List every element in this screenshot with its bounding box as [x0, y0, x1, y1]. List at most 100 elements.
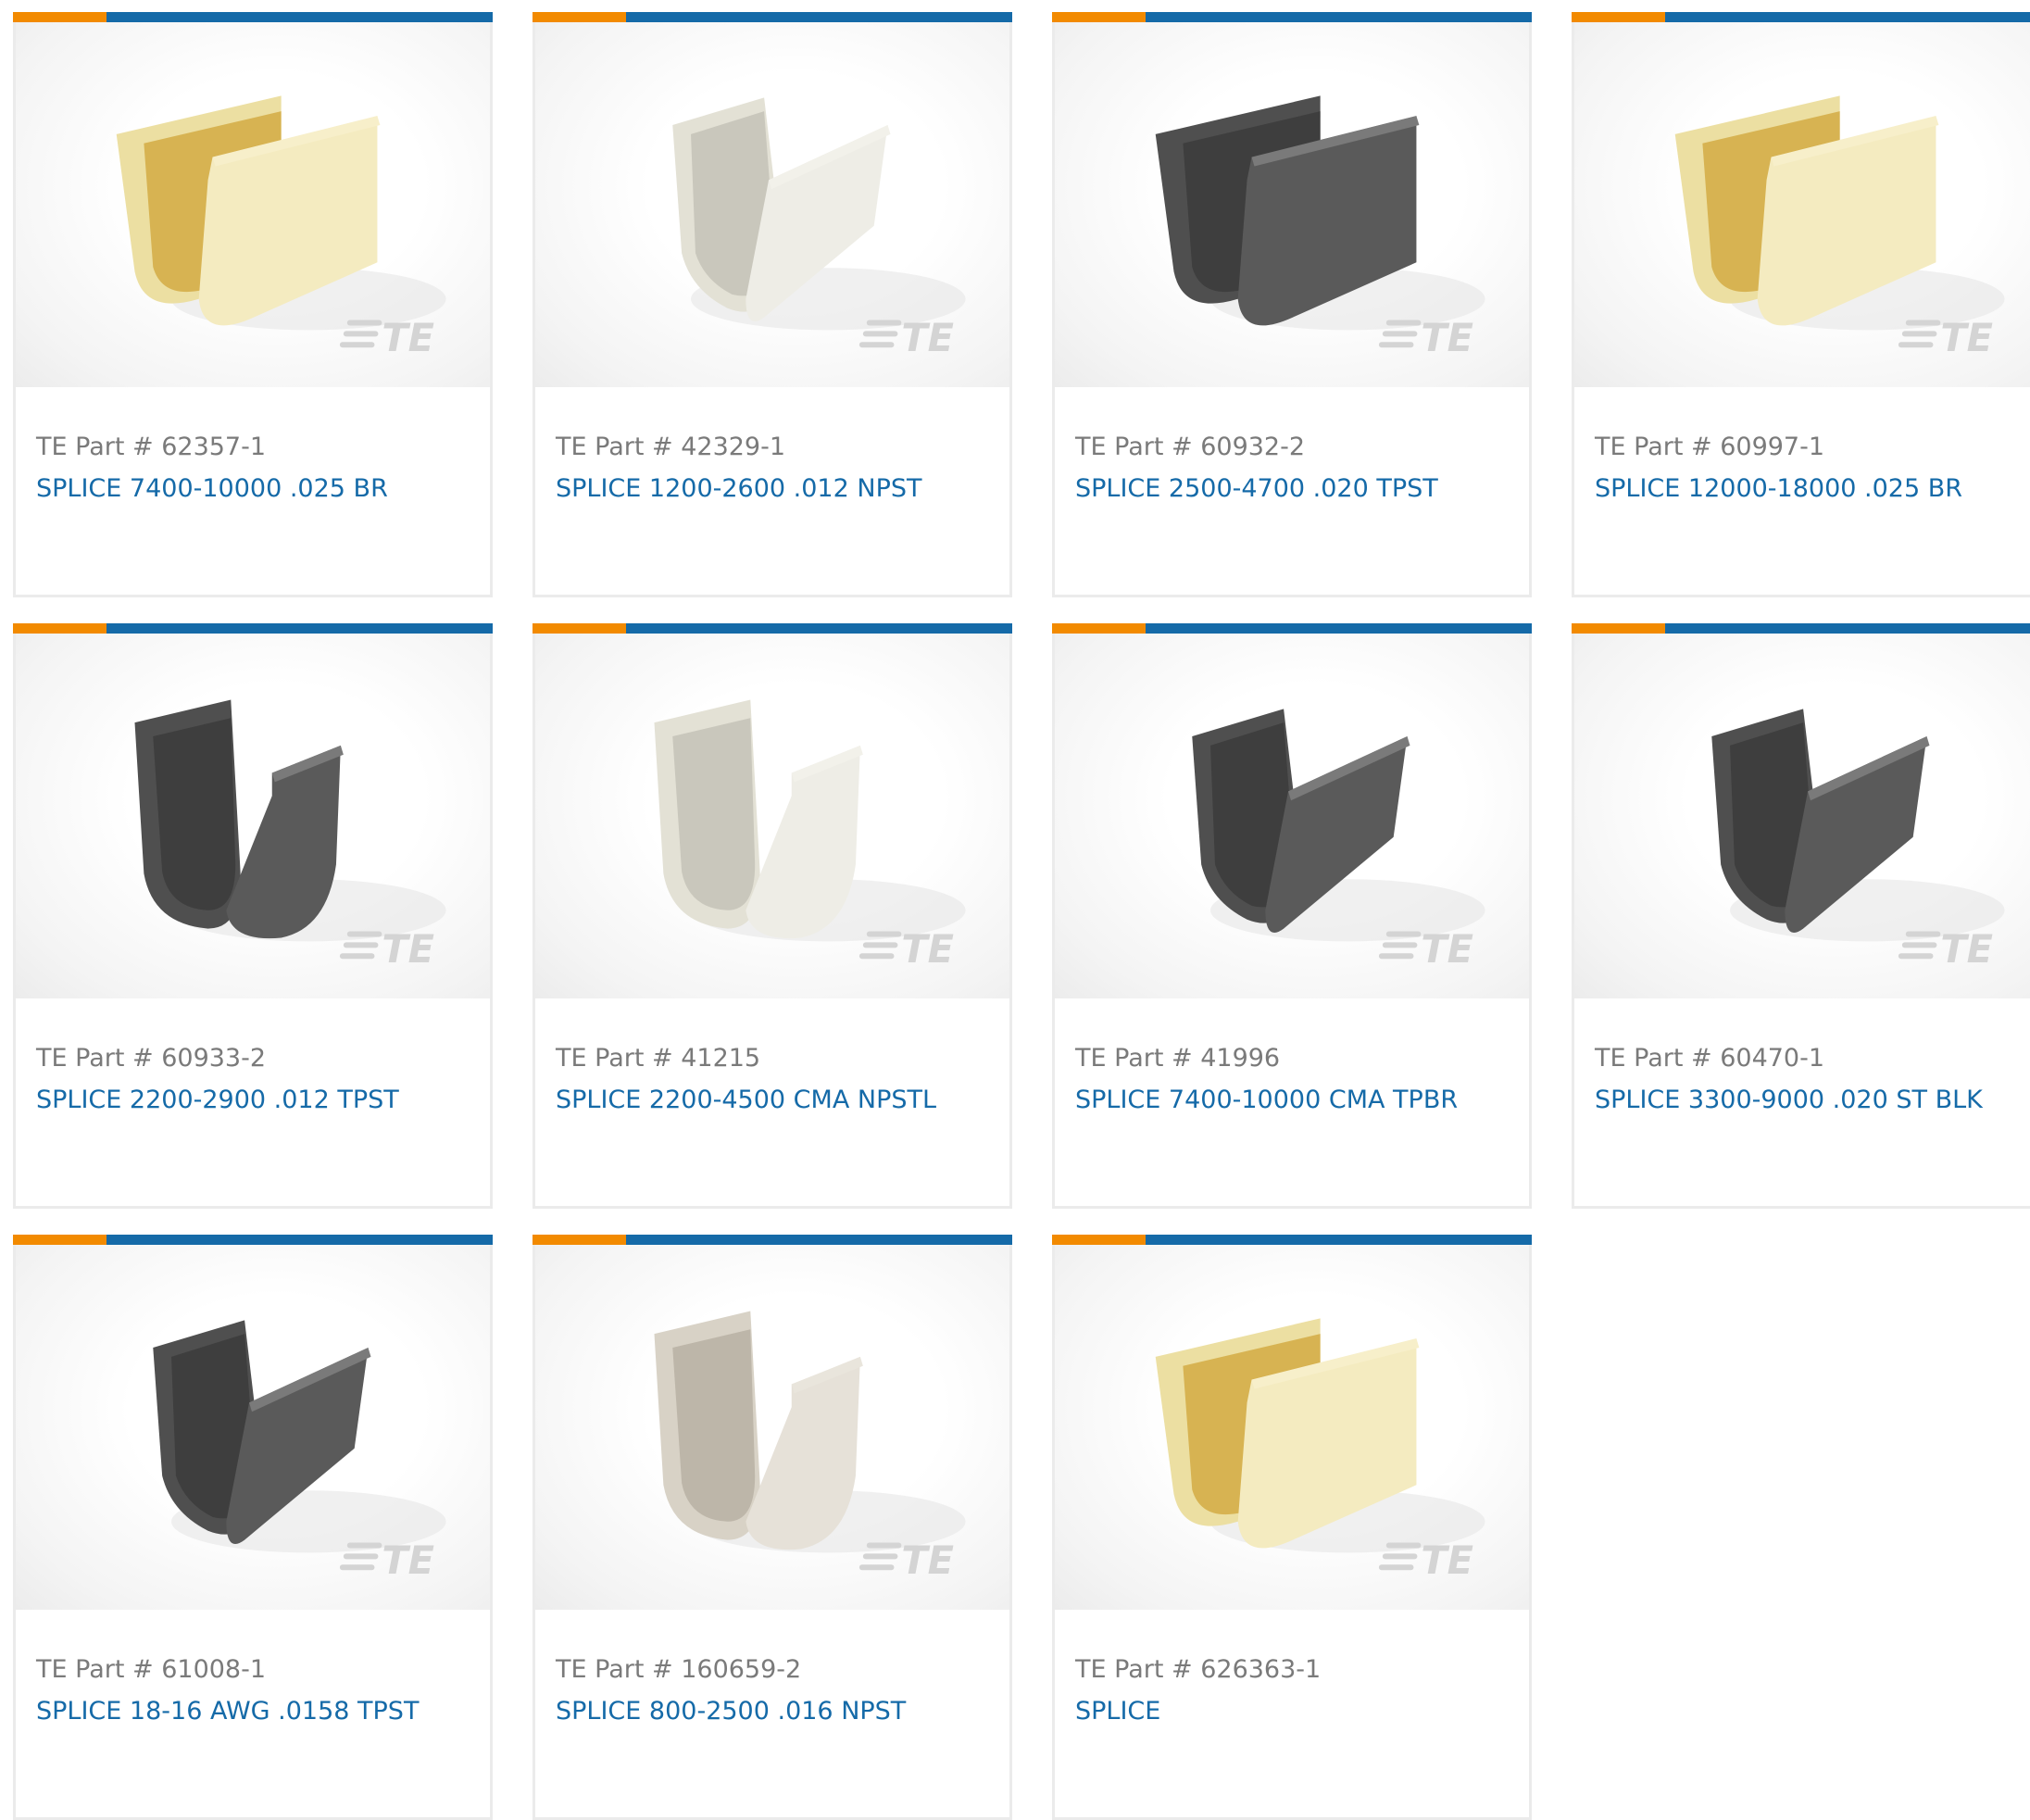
card-accent-bar [13, 623, 493, 634]
splice-part-illustration: TE [116, 95, 446, 360]
product-card[interactable]: TE TE Part # 62357-1 SPLICE 7400-10000 .… [13, 12, 493, 597]
splice-part-illustration: TE [654, 1311, 966, 1583]
accent-orange-segment [1052, 12, 1146, 22]
te-logo-watermark: TE [858, 926, 954, 972]
accent-blue-segment [1665, 623, 2030, 634]
card-accent-bar [13, 12, 493, 22]
accent-blue-segment [1146, 1235, 1532, 1245]
splice-part-illustration: TE [1674, 95, 2005, 360]
product-card[interactable]: TE TE Part # 41215 SPLICE 2200-4500 CMA … [533, 623, 1012, 1209]
te-logo-text: TE [382, 1538, 434, 1583]
product-card[interactable]: TE TE Part # 60470-1 SPLICE 3300-9000 .0… [1572, 623, 2030, 1209]
accent-blue-segment [1146, 623, 1532, 634]
te-logo-text: TE [382, 315, 434, 360]
accent-blue-segment [107, 1235, 493, 1245]
product-card[interactable]: TE TE Part # 61008-1 SPLICE 18-16 AWG .0… [13, 1235, 493, 1820]
part-number: TE Part # 41215 [556, 1044, 761, 1073]
card-accent-bar [1572, 623, 2030, 634]
card-accent-bar [533, 623, 1012, 634]
accent-blue-segment [1146, 12, 1532, 22]
accent-blue-segment [626, 1235, 1012, 1245]
accent-orange-segment [1052, 1235, 1146, 1245]
product-card[interactable]: TE TE Part # 626363-1 SPLICE [1052, 1235, 1532, 1820]
accent-blue-segment [107, 623, 493, 634]
product-name-link[interactable]: SPLICE 2500-4700 .020 TPST [1075, 474, 1438, 503]
accent-orange-segment [1052, 623, 1146, 634]
card-accent-bar [1052, 623, 1532, 634]
part-number: TE Part # 60933-2 [36, 1044, 267, 1073]
product-image[interactable]: TE [535, 22, 1009, 387]
te-logo-text: TE [1421, 315, 1473, 360]
splice-part-illustration: TE [134, 699, 446, 972]
part-number: TE Part # 626363-1 [1075, 1655, 1322, 1684]
product-image[interactable]: TE [1055, 22, 1529, 387]
accent-blue-segment [1665, 12, 2030, 22]
product-name-link[interactable]: SPLICE 7400-10000 .025 BR [36, 474, 388, 503]
part-number: TE Part # 42329-1 [556, 433, 786, 461]
card-accent-bar [533, 1235, 1012, 1245]
part-number: TE Part # 41996 [1075, 1044, 1281, 1073]
te-logo-watermark: TE [1378, 1538, 1473, 1583]
te-logo-watermark: TE [339, 315, 434, 360]
te-logo-text: TE [1421, 926, 1473, 972]
product-card[interactable]: TE TE Part # 60933-2 SPLICE 2200-2900 .0… [13, 623, 493, 1209]
te-logo-watermark: TE [1378, 315, 1473, 360]
te-logo-watermark: TE [858, 1538, 954, 1583]
splice-part-illustration: TE [654, 699, 966, 972]
product-name-link[interactable]: SPLICE 12000-18000 .025 BR [1595, 474, 1962, 503]
te-logo-text: TE [382, 926, 434, 972]
product-card[interactable]: TE TE Part # 60997-1 SPLICE 12000-18000 … [1572, 12, 2030, 597]
te-logo-text: TE [1940, 926, 1993, 972]
card-accent-bar [13, 1235, 493, 1245]
splice-part-illustration: TE [153, 1320, 446, 1583]
product-name-link[interactable]: SPLICE [1075, 1697, 1160, 1726]
product-name-link[interactable]: SPLICE 1200-2600 .012 NPST [556, 474, 921, 503]
part-inner-surface [672, 718, 756, 910]
product-name-link[interactable]: SPLICE 2200-4500 CMA NPSTL [556, 1086, 936, 1114]
te-logo-text: TE [901, 315, 954, 360]
product-name-link[interactable]: SPLICE 2200-2900 .012 TPST [36, 1086, 399, 1114]
card-accent-bar [533, 12, 1012, 22]
product-image[interactable]: TE [535, 634, 1009, 998]
splice-part-illustration: TE [672, 97, 966, 360]
product-image[interactable]: TE [16, 1245, 490, 1610]
te-logo-watermark: TE [339, 926, 434, 972]
accent-orange-segment [1572, 623, 1665, 634]
accent-orange-segment [13, 623, 107, 634]
product-card[interactable]: TE TE Part # 41996 SPLICE 7400-10000 CMA… [1052, 623, 1532, 1209]
card-accent-bar [1572, 12, 2030, 22]
te-logo-text: TE [1940, 315, 1993, 360]
part-number: TE Part # 60997-1 [1595, 433, 1825, 461]
accent-blue-segment [107, 12, 493, 22]
splice-part-illustration: TE [1192, 709, 1485, 972]
te-logo-watermark: TE [1898, 926, 1993, 972]
product-name-link[interactable]: SPLICE 18-16 AWG .0158 TPST [36, 1697, 419, 1726]
product-image[interactable]: TE [1055, 1245, 1529, 1610]
te-logo-text: TE [901, 926, 954, 972]
product-card[interactable]: TE TE Part # 160659-2 SPLICE 800-2500 .0… [533, 1235, 1012, 1820]
accent-orange-segment [13, 1235, 107, 1245]
product-image[interactable]: TE [1574, 634, 2030, 998]
part-number: TE Part # 60470-1 [1595, 1044, 1825, 1073]
accent-orange-segment [533, 12, 626, 22]
accent-orange-segment [533, 623, 626, 634]
product-card[interactable]: TE TE Part # 42329-1 SPLICE 1200-2600 .0… [533, 12, 1012, 597]
splice-part-illustration: TE [1155, 1318, 1485, 1583]
accent-blue-segment [626, 12, 1012, 22]
product-image[interactable]: TE [1574, 22, 2030, 387]
accent-orange-segment [533, 1235, 626, 1245]
product-image[interactable]: TE [16, 634, 490, 998]
part-inner-surface [672, 1329, 756, 1522]
part-number: TE Part # 61008-1 [36, 1655, 267, 1684]
product-name-link[interactable]: SPLICE 7400-10000 CMA TPBR [1075, 1086, 1458, 1114]
product-card[interactable]: TE TE Part # 60932-2 SPLICE 2500-4700 .0… [1052, 12, 1532, 597]
te-logo-text: TE [901, 1538, 954, 1583]
accent-orange-segment [1572, 12, 1665, 22]
product-image[interactable]: TE [16, 22, 490, 387]
part-inner-surface [153, 718, 236, 910]
product-name-link[interactable]: SPLICE 3300-9000 .020 ST BLK [1595, 1086, 1983, 1114]
product-name-link[interactable]: SPLICE 800-2500 .016 NPST [556, 1697, 906, 1726]
product-image[interactable]: TE [535, 1245, 1009, 1610]
product-image[interactable]: TE [1055, 634, 1529, 998]
te-logo-text: TE [1421, 1538, 1473, 1583]
